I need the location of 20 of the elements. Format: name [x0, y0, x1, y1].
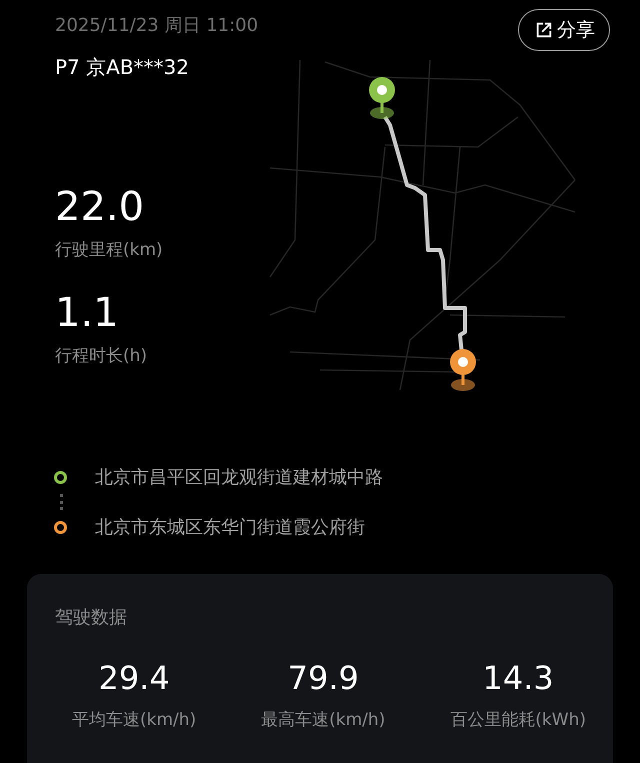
metric-label: 百公里能耗(kWh)	[450, 709, 586, 732]
stat-value: 22.0	[55, 183, 144, 231]
metric-value: 79.9	[288, 658, 359, 698]
address-text: 北京市东城区东华门街道霞公府街	[95, 516, 365, 539]
metric-label: 平均车速(km/h)	[72, 709, 196, 732]
stat-label: 行驶里程(km)	[55, 239, 163, 262]
vehicle-plate: P7 京AB***32	[55, 54, 190, 81]
stat-value: 1.1	[55, 289, 119, 337]
metric-value: 14.3	[482, 658, 554, 698]
map-pin-icon	[450, 349, 476, 391]
stat-label: 行程时长(h)	[55, 345, 148, 368]
map-pin-icon	[369, 77, 395, 119]
share-icon	[535, 21, 553, 39]
share-button[interactable]: 分享	[518, 9, 610, 51]
dotted-connector	[60, 494, 63, 510]
trip-date: 2025/11/23 周日 11:00	[55, 14, 258, 38]
metric-value: 29.4	[98, 658, 170, 698]
metric-label: 最高车速(km/h)	[261, 709, 386, 732]
card-title: 驾驶数据	[54, 606, 127, 630]
address-text: 北京市昌平区回龙观街道建材城中路	[95, 466, 383, 489]
